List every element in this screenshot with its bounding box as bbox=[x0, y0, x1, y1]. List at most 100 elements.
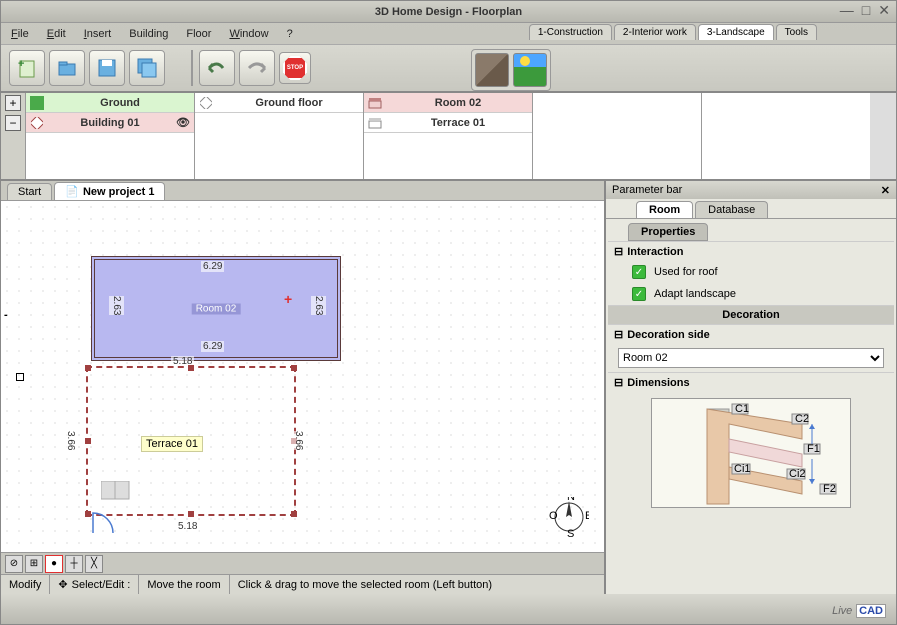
menu-edit[interactable]: Edit bbox=[47, 28, 66, 40]
floorplan-canvas[interactable]: Room 02 + 6.29 6.29 2.63 2.63 5.18 bbox=[1, 201, 604, 552]
furniture-icon bbox=[101, 481, 131, 501]
close-icon[interactable]: ✕ bbox=[878, 3, 890, 17]
param-tab-properties[interactable]: Properties bbox=[628, 223, 708, 241]
collapse-button[interactable]: − bbox=[5, 115, 21, 131]
compass-icon: N S E O bbox=[549, 497, 589, 537]
menu-insert[interactable]: Insert bbox=[84, 28, 112, 40]
hier-terrace[interactable]: Terrace 01 bbox=[364, 113, 532, 133]
dim-bottom: 6.29 bbox=[201, 341, 224, 352]
checkbox-checked-icon: ✓ bbox=[632, 265, 646, 279]
svg-text:F1: F1 bbox=[807, 443, 820, 455]
redo-button[interactable] bbox=[239, 50, 275, 86]
status-hint: Click & drag to move the selected room (… bbox=[230, 575, 604, 594]
status-bar: Modify ✥Select/Edit : Move the room Clic… bbox=[1, 574, 604, 594]
svg-text:F2: F2 bbox=[823, 483, 836, 495]
menu-floor[interactable]: Floor bbox=[186, 28, 211, 40]
landscape-tool-group bbox=[471, 49, 551, 91]
landscape-tool-button[interactable] bbox=[513, 53, 547, 87]
menu-building[interactable]: Building bbox=[129, 28, 168, 40]
svg-text:C1: C1 bbox=[735, 403, 749, 415]
save-all-button[interactable] bbox=[129, 50, 165, 86]
dim-366l: 3.66 bbox=[63, 431, 78, 450]
collapse-icon: ⊟ bbox=[614, 328, 623, 341]
parameter-panel: Parameter bar ✕ Room Database Properties… bbox=[604, 181, 896, 594]
svg-text:Ci2: Ci2 bbox=[789, 468, 806, 480]
diamond-icon bbox=[30, 116, 44, 130]
svg-text:S: S bbox=[567, 528, 574, 537]
dimensions-diagram: C1 C2 F1 F2 Ci1 Ci2 bbox=[651, 398, 851, 508]
svg-text:N: N bbox=[567, 497, 575, 503]
collapse-icon: ⊟ bbox=[614, 376, 623, 389]
status-move: Move the room bbox=[139, 575, 229, 594]
check-used-for-roof[interactable]: ✓ Used for roof bbox=[608, 261, 894, 283]
section-decoration-side[interactable]: ⊟Decoration side bbox=[608, 324, 894, 344]
room-icon bbox=[368, 96, 382, 110]
tool-point[interactable]: ● bbox=[45, 555, 63, 573]
svg-text:O: O bbox=[549, 510, 558, 522]
minimize-icon[interactable]: ― bbox=[840, 3, 854, 17]
menubar: File Edit Insert Building Floor Window ?… bbox=[1, 23, 896, 45]
menu-window[interactable]: Window bbox=[229, 28, 268, 40]
hierarchy-bar: + − Ground Building 01 👁 Ground floor bbox=[1, 93, 896, 181]
param-titlebar: Parameter bar ✕ bbox=[606, 181, 896, 199]
window-title: 3D Home Design - Floorplan bbox=[375, 6, 522, 18]
tab-tools[interactable]: Tools bbox=[776, 24, 817, 40]
tool-snap2[interactable]: ╳ bbox=[85, 555, 103, 573]
menu-help[interactable]: ? bbox=[287, 28, 293, 40]
dim-366r: 3.66 bbox=[291, 431, 306, 450]
new-project-button[interactable]: + bbox=[9, 50, 45, 86]
expand-button[interactable]: + bbox=[5, 95, 21, 111]
brand-logo: Live CAD bbox=[832, 601, 886, 617]
door-arc-icon bbox=[91, 511, 121, 536]
tab-landscape[interactable]: 3-Landscape bbox=[698, 24, 774, 40]
tool-grid[interactable]: ⊞ bbox=[25, 555, 43, 573]
save-button[interactable] bbox=[89, 50, 125, 86]
param-close-button[interactable]: ✕ bbox=[881, 184, 890, 197]
svg-text:+: + bbox=[18, 58, 24, 70]
menu-file[interactable]: File bbox=[11, 28, 29, 40]
move-cursor-icon: ✥ bbox=[58, 578, 67, 591]
tab-start[interactable]: Start bbox=[7, 183, 52, 200]
anchor-icon: + bbox=[284, 291, 292, 307]
app-window: 3D Home Design - Floorplan ― □ ✕ File Ed… bbox=[0, 0, 897, 625]
check-adapt-landscape[interactable]: ✓ Adapt landscape bbox=[608, 283, 894, 305]
svg-text:C2: C2 bbox=[795, 413, 809, 425]
stop-button[interactable]: STOP bbox=[279, 52, 311, 84]
hier-building[interactable]: Building 01 👁 bbox=[26, 113, 194, 133]
tool-cancel[interactable]: ⊘ bbox=[5, 555, 23, 573]
param-tab-database[interactable]: Database bbox=[695, 201, 768, 218]
hier-room02[interactable]: Room 02 bbox=[364, 93, 532, 113]
project-icon: 📄 bbox=[65, 185, 79, 198]
dim-top: 6.29 bbox=[201, 261, 224, 272]
tool-snap1[interactable]: ┼ bbox=[65, 555, 83, 573]
param-tab-room[interactable]: Room bbox=[636, 201, 693, 218]
maximize-icon[interactable]: □ bbox=[862, 3, 870, 17]
svg-text:Ci1: Ci1 bbox=[734, 463, 751, 475]
svg-text:E: E bbox=[585, 510, 589, 522]
tab-interior[interactable]: 2-Interior work bbox=[614, 24, 696, 40]
collapse-icon: ⊟ bbox=[614, 245, 623, 258]
dim-left: 2.63 bbox=[109, 296, 124, 315]
bottom-tool-strip: ⊘ ⊞ ● ┼ ╳ bbox=[1, 552, 604, 574]
room02-label: Room 02 bbox=[192, 303, 241, 314]
footer: Live CAD bbox=[1, 594, 896, 624]
titlebar: 3D Home Design - Floorplan ― □ ✕ bbox=[1, 1, 896, 23]
visibility-icon[interactable]: 👁 bbox=[176, 116, 190, 129]
section-decoration[interactable]: -Decoration bbox=[608, 305, 894, 324]
roof-tool-button[interactable] bbox=[475, 53, 509, 87]
decoration-side-select[interactable]: Room 02 bbox=[618, 348, 884, 368]
section-interaction[interactable]: ⊟Interaction bbox=[608, 241, 894, 261]
open-button[interactable] bbox=[49, 50, 85, 86]
origin-marker bbox=[16, 373, 24, 381]
tab-project[interactable]: 📄 New project 1 bbox=[54, 182, 165, 200]
canvas-tabs: Start 📄 New project 1 bbox=[1, 181, 604, 201]
hier-groundfloor[interactable]: Ground floor bbox=[195, 93, 363, 113]
hier-ground[interactable]: Ground bbox=[26, 93, 194, 113]
terrace-label: Terrace 01 bbox=[141, 436, 203, 452]
dim-right: 2.63 bbox=[311, 296, 326, 315]
dim-518b: 5.18 bbox=[176, 521, 199, 532]
tab-construction[interactable]: 1-Construction bbox=[529, 24, 612, 40]
ground-icon bbox=[30, 96, 44, 110]
undo-button[interactable] bbox=[199, 50, 235, 86]
section-dimensions[interactable]: ⊟Dimensions bbox=[608, 372, 894, 392]
